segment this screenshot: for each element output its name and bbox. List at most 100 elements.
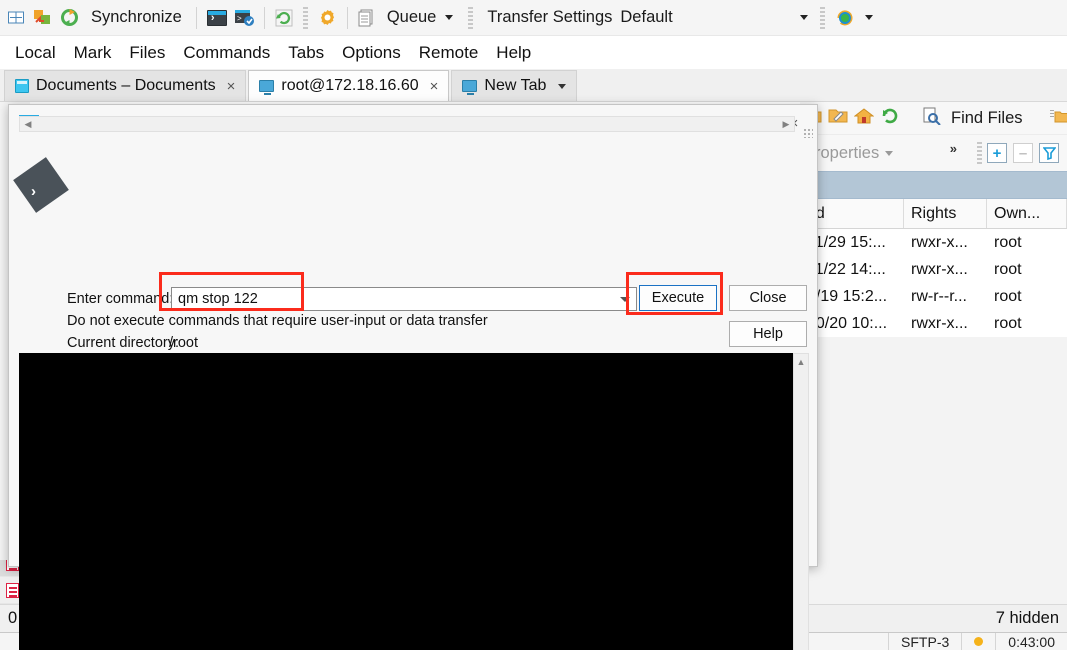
toolbar-separator-2 — [263, 6, 265, 29]
refresh-sync-icon[interactable] — [57, 4, 82, 32]
preferences-gear-icon[interactable] — [315, 4, 340, 32]
cell-rights: rw-r--r... — [911, 287, 967, 305]
column-header-owner[interactable]: Own... — [987, 199, 1067, 228]
queue-icon[interactable] — [355, 4, 378, 32]
toolbar-separator-3 — [346, 6, 348, 29]
command-history-dropdown[interactable] — [613, 287, 637, 311]
refresh-icon[interactable] — [272, 4, 296, 32]
tab-documents[interactable]: Documents – Documents × — [4, 70, 247, 101]
scroll-left-icon[interactable]: ◀ — [20, 117, 36, 131]
warning-text: Do not execute commands that require use… — [67, 313, 488, 329]
main-toolbar: Synchronize > Queue Transfer Settings De… — [0, 0, 1067, 36]
find-files-icon[interactable] — [922, 107, 941, 130]
tab-documents-close-icon[interactable]: × — [227, 78, 236, 95]
toolbar-separator-1 — [195, 6, 197, 29]
new-folder-icon[interactable] — [1049, 107, 1067, 130]
cell-owner: root — [994, 260, 1022, 278]
cell-rights: rwxr-x... — [911, 314, 968, 332]
edit-folder-icon[interactable] — [828, 107, 848, 130]
table-row[interactable]: 10/20 10:... rwxr-x... root — [800, 310, 1067, 337]
tab-bar: Documents – Documents × root@172.18.16.6… — [0, 69, 1067, 102]
new-tab-chevron-down-icon[interactable] — [558, 83, 567, 89]
toolbar-grip-2[interactable] — [468, 6, 474, 29]
refresh-icon[interactable] — [880, 107, 900, 130]
folder-tab-icon — [15, 79, 29, 93]
remove-button[interactable]: – — [1013, 143, 1033, 163]
menu-item-help[interactable]: Help — [487, 41, 540, 65]
table-row[interactable]: 9/19 15:2... rw-r--r... root — [800, 283, 1067, 310]
remote-bar-grip[interactable] — [977, 142, 982, 164]
close-button[interactable]: Close — [729, 285, 807, 311]
queue-button[interactable]: Queue — [380, 4, 462, 32]
filter-icon[interactable] — [1039, 143, 1059, 163]
table-row[interactable]: 11/29 15:... rwxr-x... root — [800, 229, 1067, 256]
cell-owner: root — [994, 287, 1022, 305]
remote-hidden-text: 7 hidden — [995, 609, 1059, 627]
column-header-rights[interactable]: Rights — [904, 199, 987, 228]
synchronize-text: Synchronize — [91, 8, 182, 26]
winscp-window: Synchronize > Queue Transfer Settings De… — [0, 0, 1067, 650]
menu-item-mark[interactable]: Mark — [65, 41, 121, 65]
properties-chevron-down-icon[interactable] — [885, 150, 894, 156]
cell-owner: root — [994, 233, 1022, 251]
menu-item-remote[interactable]: Remote — [410, 41, 488, 65]
synchronize-browsing-icon[interactable] — [30, 4, 55, 32]
queue-label: Queue — [386, 8, 437, 26]
menu-item-options[interactable]: Options — [333, 41, 410, 65]
menu-item-commands[interactable]: Commands — [174, 41, 279, 65]
add-button[interactable]: + — [987, 143, 1007, 163]
scroll-right-icon[interactable]: ▶ — [778, 117, 794, 131]
pdf-file-icon — [6, 582, 19, 598]
menu-bar: Local Mark Files Commands Tabs Options R… — [0, 36, 1067, 69]
transfer-settings-value: Default — [620, 8, 673, 26]
console-output[interactable] — [19, 353, 795, 650]
toolbar-grip-1[interactable] — [302, 6, 308, 29]
tab-new-tab[interactable]: New Tab — [451, 70, 578, 101]
scroll-up-icon[interactable]: ▲ — [794, 354, 808, 370]
transfer-settings-section[interactable]: Transfer Settings Default — [480, 4, 679, 32]
transfer-settings-label: Transfer Settings — [487, 8, 613, 26]
resize-grip[interactable] — [803, 128, 813, 138]
session-globe-icon[interactable] — [832, 4, 858, 32]
session-tab-icon — [259, 80, 275, 95]
session-chevron-down-icon[interactable] — [864, 15, 873, 20]
help-button[interactable]: Help — [729, 321, 807, 347]
open-in-putty-icon[interactable]: > — [232, 4, 257, 32]
synchronize-label[interactable]: Synchronize — [84, 4, 189, 32]
console-output-horizontal-scrollbar[interactable]: ◀ ▶ — [19, 116, 795, 132]
remote-properties-bar: Properties » + – — [800, 135, 1067, 171]
tab-root-session-close-icon[interactable]: × — [430, 78, 439, 95]
remote-column-headers: ed Rights Own... — [800, 199, 1067, 229]
overflow-icon[interactable]: » — [950, 141, 957, 156]
console-large-icon — [27, 177, 59, 217]
cell-rights: rwxr-x... — [911, 233, 968, 251]
current-directory-label: Current directory: — [67, 335, 180, 351]
toolbar-grip-3[interactable] — [819, 6, 825, 29]
console-dialog: Console × Enter command: qm stop 122 Do … — [8, 104, 818, 650]
menu-item-local[interactable]: Local — [6, 41, 65, 65]
table-row[interactable]: 11/22 14:... rwxr-x... root — [800, 256, 1067, 283]
execute-button[interactable]: Execute — [639, 285, 717, 311]
tab-new-tab-label: New Tab — [484, 77, 547, 94]
compare-icon[interactable] — [4, 4, 28, 32]
tab-root-session[interactable]: root@172.18.16.60 × — [248, 70, 450, 101]
menu-item-files[interactable]: Files — [120, 41, 174, 65]
cell-owner: root — [994, 314, 1022, 332]
home-icon[interactable] — [853, 107, 875, 130]
elapsed-time: 0:43:00 — [995, 633, 1067, 650]
console-icon[interactable] — [204, 4, 230, 32]
tab-documents-label: Documents – Documents — [36, 77, 216, 94]
command-input[interactable]: qm stop 122 — [171, 287, 636, 311]
find-files-label[interactable]: Find Files — [947, 109, 1027, 128]
remote-toolbar: Find Files — [800, 102, 1067, 135]
chevron-down-icon[interactable] — [445, 15, 454, 20]
tab-root-session-label: root@172.18.16.60 — [281, 77, 419, 94]
menu-item-tabs[interactable]: Tabs — [279, 41, 333, 65]
enter-command-label: Enter command: — [67, 291, 174, 307]
encryption-indicator — [961, 633, 995, 650]
cell-rights: rwxr-x... — [911, 260, 968, 278]
console-output-vertical-scrollbar[interactable]: ▲ ▼ — [793, 353, 809, 650]
transfer-settings-chevron-down-icon[interactable] — [799, 15, 808, 20]
remote-path-bar[interactable] — [800, 171, 1067, 199]
remote-panel: Find Files Properties » + – ed Rights Ow… — [800, 102, 1067, 612]
